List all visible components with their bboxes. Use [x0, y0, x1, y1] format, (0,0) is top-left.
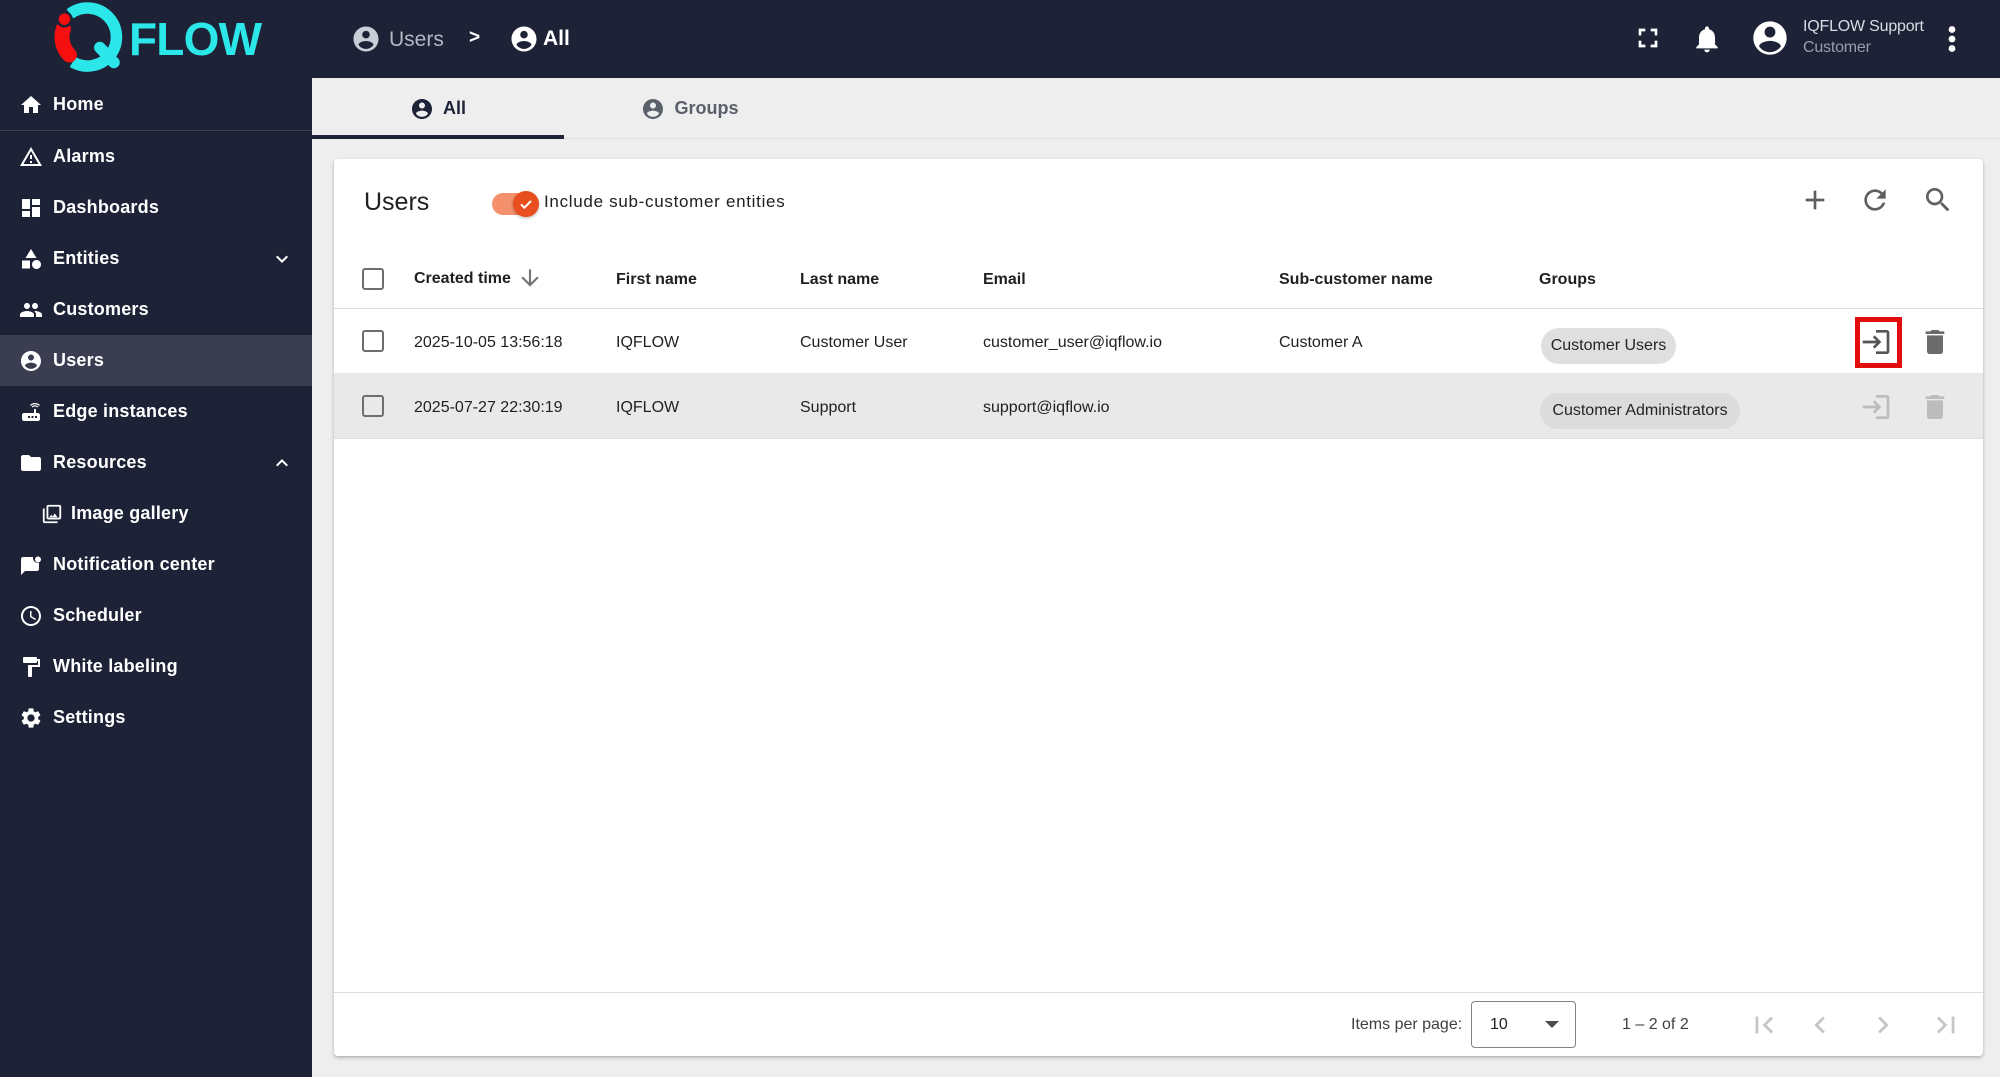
svg-text:FLOW: FLOW — [129, 13, 263, 65]
